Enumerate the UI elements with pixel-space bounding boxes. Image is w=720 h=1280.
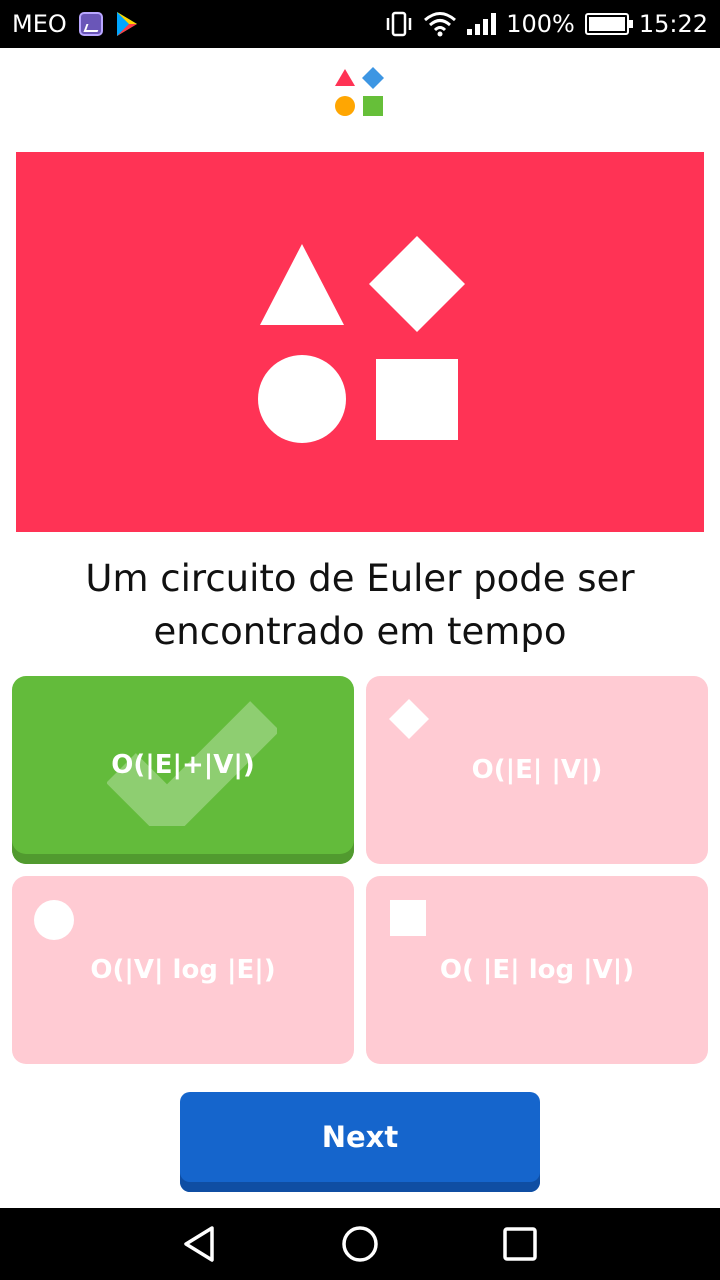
answer-label: O( |E| log |V|) xyxy=(439,955,635,985)
navigation-bar xyxy=(0,1208,720,1280)
recents-icon[interactable] xyxy=(500,1224,540,1264)
answer-option-1[interactable]: O(|E|+|V|) xyxy=(12,676,354,864)
battery-percent: 100% xyxy=(506,10,575,38)
logo-square-icon xyxy=(363,96,383,116)
answer-option-4[interactable]: O( |E| log |V|) xyxy=(366,876,708,1064)
back-icon[interactable] xyxy=(180,1224,220,1264)
vibrate-icon xyxy=(386,11,412,37)
answer-label: O(|E| |V|) xyxy=(471,755,603,785)
signal-icon xyxy=(467,13,497,35)
home-icon[interactable] xyxy=(340,1224,380,1264)
answer-label: O(|E|+|V|) xyxy=(111,750,255,780)
status-time: 15:22 xyxy=(638,10,708,38)
battery-icon xyxy=(584,13,633,35)
next-button[interactable]: Next xyxy=(180,1092,540,1192)
square-icon xyxy=(376,359,458,440)
answer-option-2[interactable]: O(|E| |V|) xyxy=(366,676,708,864)
wifi-icon xyxy=(424,12,457,37)
answer-option-3[interactable]: O(|V| log |E|) xyxy=(12,876,354,1064)
status-bar: MEO 100% 15:22 xyxy=(0,0,720,48)
triangle-icon xyxy=(260,244,344,325)
status-right: 100% 15:22 xyxy=(385,0,708,48)
app-logo xyxy=(335,67,384,116)
status-left: MEO xyxy=(12,0,139,48)
diamond-icon xyxy=(369,236,465,332)
carrier-name: MEO xyxy=(12,10,67,38)
gallery-icon xyxy=(78,12,103,36)
answer-label: O(|V| log |E|) xyxy=(90,955,276,985)
logo-diamond-icon xyxy=(362,67,384,89)
logo-circle-icon xyxy=(335,96,355,116)
question-text: Um circuito de Euler pode ser encontrado… xyxy=(85,557,635,653)
logo-triangle-icon xyxy=(335,69,355,86)
circle-icon xyxy=(258,355,346,443)
question-image xyxy=(16,152,704,532)
shapes-illustration xyxy=(258,236,465,443)
play-store-icon xyxy=(116,12,137,36)
